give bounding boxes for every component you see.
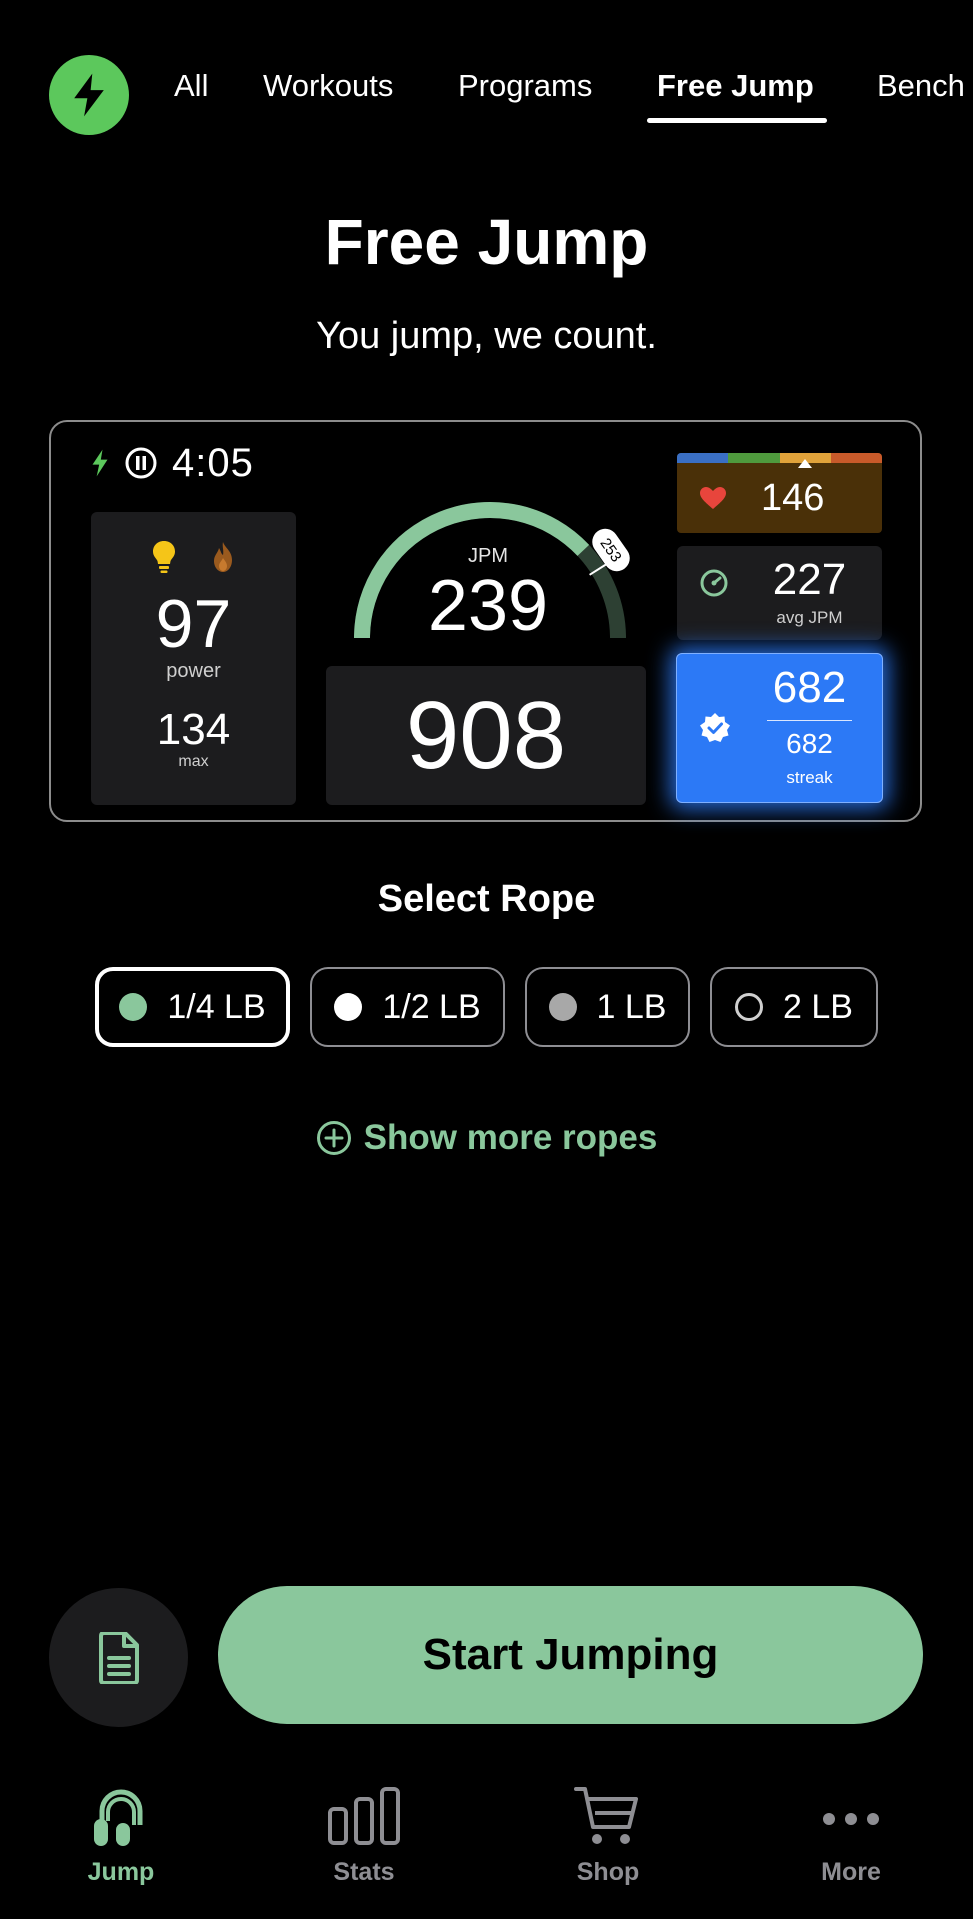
tab-bench[interactable]: Bench	[877, 60, 965, 112]
rope-option-half-lb[interactable]: 1/2 LB	[310, 967, 505, 1047]
heart-icon	[700, 487, 726, 509]
rope-option-quarter-lb[interactable]: 1/4 LB	[95, 967, 290, 1047]
heart-rate-panel: 146	[677, 453, 882, 533]
rope-option-1-lb[interactable]: 1 LB	[525, 967, 690, 1047]
speedometer-icon	[700, 569, 728, 597]
hr-zone-bar	[677, 453, 882, 463]
show-more-ropes-button[interactable]: Show more ropes	[0, 1118, 973, 1158]
nav-shop[interactable]: Shop	[528, 1785, 688, 1887]
avg-jpm-label: avg JPM	[776, 608, 843, 627]
jump-count-panel: 908	[326, 666, 646, 805]
more-icon	[823, 1813, 879, 1825]
rope-icon	[94, 1789, 143, 1846]
power-panel: 97 power 134 max	[91, 512, 296, 805]
streak-label: streak	[786, 768, 833, 787]
start-jumping-button[interactable]: Start Jumping	[218, 1586, 923, 1724]
nav-label: Stats	[333, 1858, 395, 1886]
show-more-label: Show more ropes	[363, 1118, 658, 1157]
timer-row: 4:05	[90, 438, 254, 488]
streak-sub-value: 682	[786, 728, 833, 759]
tab-programs[interactable]: Programs	[458, 60, 592, 112]
plus-circle-icon	[316, 1121, 351, 1155]
avg-jpm-value: 227	[772, 555, 847, 604]
nav-stats[interactable]: Stats	[284, 1785, 444, 1887]
max-power-value: 134	[156, 705, 231, 754]
jump-count: 908	[405, 681, 567, 789]
page-title: Free Jump	[324, 206, 649, 278]
streak-panel: 682 682 streak	[676, 653, 883, 803]
tab-workouts[interactable]: Workouts	[263, 60, 393, 112]
rope-color-dot	[735, 993, 764, 1021]
rope-color-dot	[548, 993, 577, 1021]
streak-value: 682	[772, 663, 847, 712]
tab-all[interactable]: All	[174, 60, 208, 112]
tab-free-jump[interactable]: Free Jump	[657, 60, 814, 112]
bottom-tab-bar: Jump Stats Shop More	[0, 1785, 973, 1919]
zone-pointer-icon	[798, 459, 812, 468]
nav-jump[interactable]: Jump	[41, 1785, 201, 1887]
lightbulb-icon	[152, 541, 175, 573]
flame-icon	[213, 542, 232, 572]
avg-jpm-panel: 227 avg JPM	[677, 546, 882, 640]
rope-option-label: 1/2 LB	[382, 987, 481, 1026]
rope-color-dot	[334, 993, 363, 1021]
rope-option-label: 2 LB	[783, 987, 853, 1026]
jpm-value: 239	[427, 566, 549, 646]
document-icon	[98, 1631, 139, 1684]
power-value: 97	[155, 586, 232, 662]
active-tab-indicator	[647, 118, 827, 123]
jpm-label: JPM	[468, 545, 508, 567]
heart-rate-value: 146	[761, 476, 825, 519]
select-rope-title: Select Rope	[377, 878, 596, 920]
max-label: max	[178, 753, 209, 770]
pause-icon	[125, 447, 157, 479]
verified-badge-icon	[700, 713, 730, 742]
category-tabs: All Workouts Programs Free Jump Bench	[0, 60, 973, 130]
nav-label: More	[821, 1858, 881, 1886]
nav-label: Shop	[576, 1858, 640, 1886]
rope-option-2-lb[interactable]: 2 LB	[710, 967, 878, 1047]
streak-divider	[767, 720, 852, 721]
rope-option-label: 1/4 LB	[167, 987, 266, 1026]
power-label: power	[166, 660, 221, 682]
nav-more[interactable]: More	[771, 1785, 931, 1887]
lightning-icon	[92, 449, 108, 477]
cart-icon	[574, 1787, 638, 1844]
stats-icon	[328, 1787, 400, 1845]
rope-color-dot	[119, 993, 148, 1021]
rope-option-label: 1 LB	[596, 987, 667, 1026]
notes-button[interactable]	[49, 1588, 188, 1727]
elapsed-timer: 4:05	[172, 440, 254, 485]
page-subtitle: You jump, we count.	[316, 315, 657, 357]
nav-label: Jump	[87, 1858, 155, 1886]
